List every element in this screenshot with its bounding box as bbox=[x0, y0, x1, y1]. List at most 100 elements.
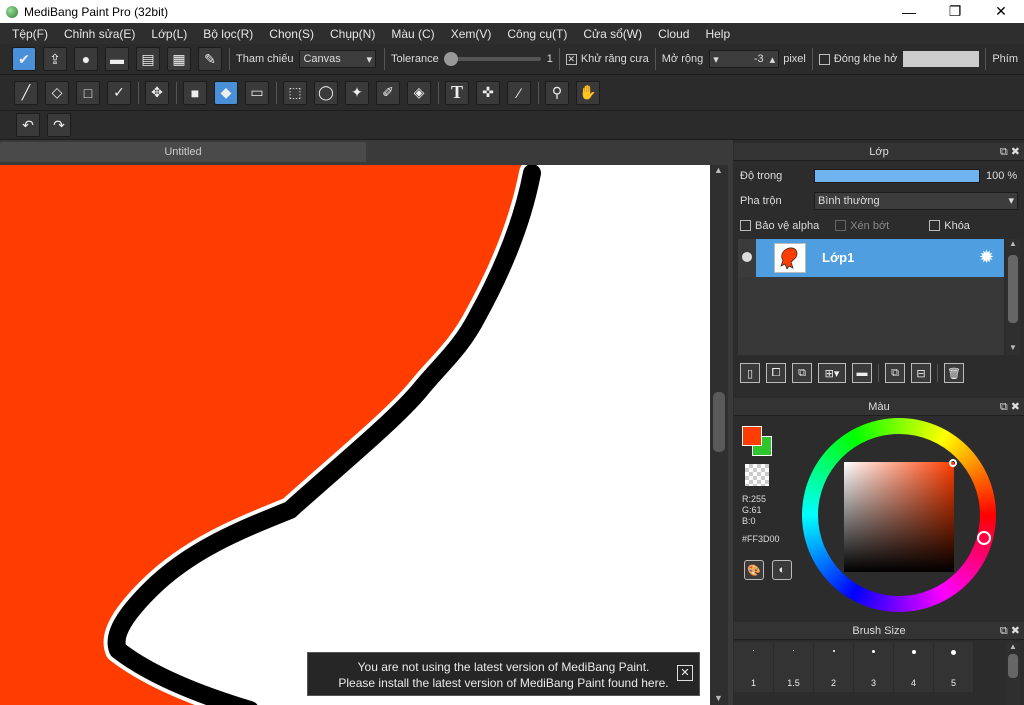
eraser-icon[interactable]: ◇ bbox=[45, 80, 69, 105]
fill-rect-icon[interactable]: ■ bbox=[183, 80, 207, 105]
brush-size-cell[interactable]: 2 bbox=[814, 642, 854, 692]
chevron-down-icon[interactable]: ▾ bbox=[713, 53, 719, 66]
edit-list-icon[interactable]: ✎ bbox=[198, 47, 222, 71]
shape-icon[interactable]: □ bbox=[76, 80, 100, 105]
close-gap-slider[interactable] bbox=[903, 51, 980, 67]
tolerance-slider[interactable] bbox=[443, 52, 541, 66]
panel-float-close-icon[interactable]: ⧉ ✖ bbox=[1000, 624, 1020, 638]
transparent-color-swatch[interactable] bbox=[745, 464, 769, 486]
duplicate-layer-icon[interactable]: ⧉ bbox=[885, 363, 905, 383]
gradient-icon[interactable]: ▭ bbox=[245, 80, 269, 105]
move-icon[interactable]: ✥ bbox=[145, 80, 169, 105]
gear-icon[interactable]: ✹ bbox=[979, 247, 994, 268]
menu-view[interactable]: Xem(V) bbox=[443, 27, 500, 41]
layer-list-scrollbar[interactable]: ▲ ▼ bbox=[1006, 239, 1020, 355]
select-rect-icon[interactable]: ⬚ bbox=[283, 80, 307, 105]
merge-layer-icon[interactable]: ⊟ bbox=[911, 363, 931, 383]
close-gap-checkbox[interactable] bbox=[818, 53, 830, 65]
lock-option[interactable]: Khóa bbox=[929, 220, 970, 232]
maximize-button[interactable]: ❐ bbox=[932, 0, 978, 23]
text-icon[interactable]: T bbox=[445, 80, 469, 105]
brush-size-cell[interactable]: 1 bbox=[734, 642, 774, 692]
menu-select[interactable]: Chọn(S) bbox=[261, 27, 322, 41]
close-button[interactable]: ✕ bbox=[978, 0, 1024, 23]
layer-item[interactable]: Lớp1 ✹ bbox=[738, 239, 1004, 277]
menu-layer[interactable]: Lớp(L) bbox=[143, 27, 195, 41]
brush-size-scrollbar[interactable]: ▲ bbox=[1006, 642, 1020, 705]
brush-icon[interactable]: ╱ bbox=[14, 80, 38, 105]
saturation-value-square[interactable] bbox=[844, 459, 957, 572]
brush-size-cell[interactable]: 4 bbox=[894, 642, 934, 692]
foreground-color-swatch[interactable] bbox=[742, 426, 762, 446]
menu-color[interactable]: Màu (C) bbox=[383, 27, 442, 41]
cloud-sync-icon[interactable]: ✔ bbox=[12, 47, 36, 71]
scroll-down-icon[interactable]: ▼ bbox=[714, 693, 723, 703]
operation-icon[interactable]: ✜ bbox=[476, 80, 500, 105]
antialias-checkbox[interactable]: ✕ bbox=[565, 53, 577, 65]
menu-file[interactable]: Tệp(F) bbox=[4, 27, 56, 41]
new-8bit-layer-icon[interactable]: ⧠ bbox=[766, 363, 786, 383]
undo-icon[interactable]: ↶ bbox=[16, 113, 40, 137]
comment-icon[interactable]: ● bbox=[74, 47, 98, 71]
menu-tools[interactable]: Công cụ(T) bbox=[499, 27, 575, 41]
protect-alpha-checkbox[interactable] bbox=[740, 220, 751, 231]
palette-icon[interactable]: 🎨 bbox=[744, 560, 764, 580]
canvas-vertical-scrollbar[interactable]: ▲ ▼ bbox=[710, 165, 728, 705]
minimize-button[interactable]: — bbox=[886, 0, 932, 23]
menu-window[interactable]: Cửa sổ(W) bbox=[575, 27, 650, 41]
folder-icon[interactable]: ▬ bbox=[852, 363, 872, 383]
trash-icon[interactable]: 🗑 bbox=[944, 363, 964, 383]
reference-select[interactable]: Canvas ▾ bbox=[299, 50, 376, 68]
menu-filter[interactable]: Bộ lọc(R) bbox=[195, 27, 261, 41]
magic-wand-icon[interactable]: ✦ bbox=[345, 80, 369, 105]
color-settings-icon[interactable]: ◐ bbox=[772, 560, 792, 580]
lasso-icon[interactable]: ◯ bbox=[314, 80, 338, 105]
document-icon[interactable]: ▤ bbox=[136, 47, 160, 71]
dot-brush-icon[interactable]: ✓ bbox=[107, 80, 131, 105]
scroll-down-icon[interactable]: ▼ bbox=[1009, 343, 1017, 352]
select-pen-icon[interactable]: ✐ bbox=[376, 80, 400, 105]
visibility-icon[interactable] bbox=[742, 252, 752, 262]
new-layer-icon[interactable]: ▯ bbox=[740, 363, 760, 383]
bucket-icon[interactable]: ◆ bbox=[214, 80, 238, 105]
new-1bit-layer-icon[interactable]: ⧉ bbox=[792, 363, 812, 383]
expand-stepper[interactable]: ▾ -3 ▴ bbox=[709, 50, 780, 68]
chat-icon[interactable]: ▬ bbox=[105, 47, 129, 71]
panel-float-close-icon[interactable]: ⧉ ✖ bbox=[1000, 145, 1020, 159]
scrollbar-thumb[interactable] bbox=[1008, 654, 1018, 678]
chevron-up-icon[interactable]: ▴ bbox=[770, 53, 776, 66]
menu-help[interactable]: Help bbox=[697, 27, 738, 41]
drawing-canvas[interactable] bbox=[0, 165, 710, 705]
key-label[interactable]: Phím bbox=[992, 53, 1018, 65]
menu-snap[interactable]: Chụp(N) bbox=[322, 27, 383, 41]
divide-panel-icon[interactable]: ⁄ bbox=[507, 80, 531, 105]
brush-size-cell[interactable]: 1.5 bbox=[774, 642, 814, 692]
lock-checkbox[interactable] bbox=[929, 220, 941, 231]
blend-mode-select[interactable]: Bình thường ▾ bbox=[814, 191, 1018, 210]
scroll-up-icon[interactable]: ▲ bbox=[1009, 239, 1017, 248]
panel-float-close-icon[interactable]: ⧉ ✖ bbox=[1000, 400, 1020, 414]
sv-picker-handle[interactable] bbox=[949, 459, 957, 467]
menu-cloud[interactable]: Cloud bbox=[650, 27, 697, 41]
close-gap-option[interactable]: Đóng khe hở bbox=[818, 53, 897, 65]
scroll-up-icon[interactable]: ▲ bbox=[1009, 642, 1017, 651]
brush-size-cell[interactable]: 5 bbox=[934, 642, 974, 692]
hue-picker-handle[interactable] bbox=[977, 531, 991, 545]
eyedropper-icon[interactable]: ⚲ bbox=[545, 80, 569, 105]
redo-icon[interactable]: ↷ bbox=[47, 113, 71, 137]
scroll-up-icon[interactable]: ▲ bbox=[714, 165, 723, 175]
antialias-option[interactable]: ✕ Khử răng cưa bbox=[565, 53, 649, 65]
share-icon[interactable]: ⇪ bbox=[43, 47, 67, 71]
update-notice[interactable]: You are not using the latest version of … bbox=[307, 652, 700, 696]
scrollbar-thumb[interactable] bbox=[1008, 255, 1018, 323]
add-layer-menu-icon[interactable]: ⊞▾ bbox=[818, 363, 846, 383]
hand-icon[interactable]: ✋ bbox=[576, 80, 600, 105]
scrollbar-thumb[interactable] bbox=[713, 392, 725, 452]
slider-handle[interactable] bbox=[443, 52, 458, 66]
protect-alpha-option[interactable]: Bảo vệ alpha bbox=[740, 220, 819, 232]
brush-size-cell[interactable]: 3 bbox=[854, 642, 894, 692]
opacity-slider[interactable] bbox=[814, 168, 980, 183]
page-manager-icon[interactable]: ▦ bbox=[167, 47, 191, 71]
menu-edit[interactable]: Chỉnh sửa(E) bbox=[56, 27, 143, 41]
select-eraser-icon[interactable]: ◈ bbox=[407, 80, 431, 105]
